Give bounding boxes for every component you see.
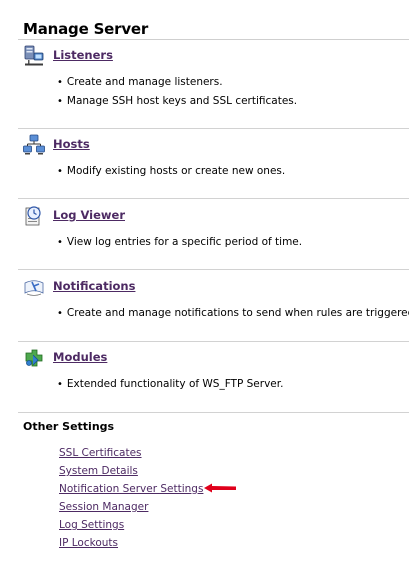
list-item: Create and manage listeners. — [57, 73, 297, 92]
modules-icon — [25, 349, 43, 367]
section-divider — [18, 128, 409, 129]
list-item: Log Settings — [59, 516, 203, 534]
server-network-icon — [24, 45, 44, 66]
log-viewer-icon — [25, 206, 41, 226]
log-viewer-description-list: View log entries for a specific period o… — [57, 233, 302, 252]
list-item: Session Manager — [59, 498, 203, 516]
listeners-description-list: Create and manage listeners. Manage SSH … — [57, 73, 297, 111]
list-item: IP Lockouts — [59, 534, 203, 552]
section-divider — [18, 198, 409, 199]
section-divider — [18, 412, 409, 413]
notifications-icon — [24, 280, 44, 296]
other-settings-links: SSL Certificates System Details Notifica… — [59, 444, 203, 552]
ssl-certificates-link[interactable]: SSL Certificates — [59, 447, 142, 459]
hosts-link[interactable]: Hosts — [53, 137, 90, 151]
log-viewer-link[interactable]: Log Viewer — [53, 208, 125, 222]
modules-description-list: Extended functionality of WS_FTP Server. — [57, 375, 284, 394]
modules-link[interactable]: Modules — [53, 350, 107, 364]
list-item: Create and manage notifications to send … — [57, 304, 409, 323]
other-settings-heading: Other Settings — [23, 420, 115, 433]
notifications-link[interactable]: Notifications — [53, 279, 135, 293]
ip-lockouts-link[interactable]: IP Lockouts — [59, 537, 118, 549]
list-item: Notification Server Settings — [59, 480, 203, 498]
list-item: Modify existing hosts or create new ones… — [57, 162, 285, 181]
notifications-description-list: Create and manage notifications to send … — [57, 304, 409, 323]
title-divider — [18, 39, 409, 40]
list-item: System Details — [59, 462, 203, 480]
hosts-description-list: Modify existing hosts or create new ones… — [57, 162, 285, 181]
list-item: View log entries for a specific period o… — [57, 233, 302, 252]
listeners-link[interactable]: Listeners — [53, 48, 113, 62]
annotation-arrow-icon — [204, 483, 236, 493]
list-item: SSL Certificates — [59, 444, 203, 462]
notification-server-settings-link[interactable]: Notification Server Settings — [59, 483, 203, 495]
section-divider — [18, 269, 409, 270]
system-details-link[interactable]: System Details — [59, 465, 138, 477]
list-item: Extended functionality of WS_FTP Server. — [57, 375, 284, 394]
section-divider — [18, 341, 409, 342]
page-title: Manage Server — [23, 20, 149, 38]
hosts-network-icon — [23, 134, 45, 155]
log-settings-link[interactable]: Log Settings — [59, 519, 124, 531]
list-item: Manage SSH host keys and SSL certificate… — [57, 92, 297, 111]
session-manager-link[interactable]: Session Manager — [59, 501, 148, 513]
